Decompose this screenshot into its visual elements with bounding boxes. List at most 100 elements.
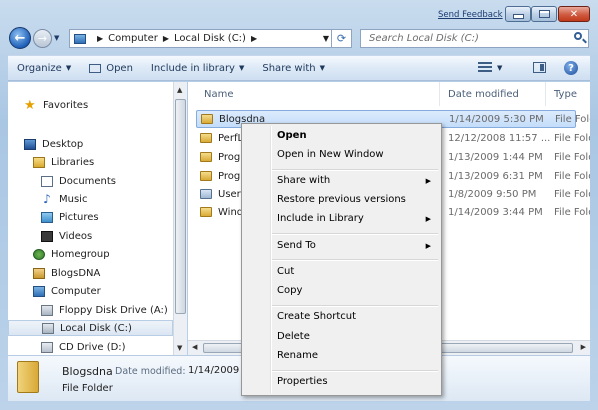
local-disk-icon <box>42 322 54 334</box>
menu-item-include-library[interactable]: Include in Library <box>277 213 364 224</box>
floppy-drive-icon <box>41 304 53 316</box>
help-icon[interactable]: ? <box>564 61 578 75</box>
explorer-window: Send Feedback ✕ ← → ▼ ▶ Computer ▶ Local… <box>0 0 598 410</box>
menu-item-open-new-window[interactable]: Open in New Window <box>277 149 384 160</box>
change-view-icon[interactable] <box>478 62 492 72</box>
details-type: File Folder <box>62 383 113 394</box>
submenu-arrow-icon: ▶ <box>425 177 431 185</box>
folder-icon <box>201 114 213 124</box>
nav-desktop[interactable]: Desktop <box>24 136 83 152</box>
nav-label: BlogsDNA <box>51 267 101 279</box>
nav-user[interactable]: BlogsDNA <box>33 265 100 281</box>
nav-documents[interactable]: Documents <box>41 173 116 189</box>
column-header-type[interactable]: Type <box>546 82 590 106</box>
menu-item-open[interactable]: Open <box>277 130 307 141</box>
menu-item-restore-versions[interactable]: Restore previous versions <box>277 194 406 205</box>
search-input[interactable]: Search Local Disk (C:) <box>360 29 589 48</box>
homegroup-icon <box>33 248 45 260</box>
folder-icon <box>17 361 39 393</box>
scrollbar-thumb[interactable] <box>175 99 186 314</box>
scroll-left-icon[interactable]: ◀ <box>192 343 197 351</box>
organize-button[interactable]: Organize ▼ <box>8 63 80 74</box>
file-date: 1/14/2009 5:30 PM <box>449 113 544 125</box>
nav-pictures[interactable]: Pictures <box>41 209 99 225</box>
column-header-date[interactable]: Date modified <box>440 82 546 106</box>
refresh-button[interactable]: ⟳ <box>331 30 351 47</box>
nav-libraries[interactable]: Libraries <box>33 154 94 170</box>
file-date: 1/8/2009 9:50 PM <box>448 188 537 200</box>
forward-button[interactable]: → <box>33 29 52 48</box>
column-header-name[interactable]: Name <box>196 82 440 106</box>
address-bar[interactable]: ▶ Computer ▶ Local Disk (C:) ▶ ▼ ⟳ <box>69 29 352 48</box>
menu-item-copy[interactable]: Copy <box>277 285 302 296</box>
users-folder-icon <box>200 189 212 199</box>
nav-label: Favorites <box>43 99 89 111</box>
computer-icon <box>33 285 45 297</box>
menu-item-properties[interactable]: Properties <box>277 376 328 387</box>
chevron-down-icon: ▼ <box>238 64 245 72</box>
nav-favorites[interactable]: ★ Favorites <box>24 97 88 113</box>
recent-pages-dropdown[interactable]: ▼ <box>54 34 63 42</box>
nav-label: Desktop <box>42 138 84 150</box>
submenu-arrow-icon: ▶ <box>425 242 431 250</box>
back-button[interactable]: ← <box>9 27 31 49</box>
file-type: File Fold <box>554 188 590 200</box>
preview-pane-icon[interactable] <box>533 62 546 73</box>
maximize-button[interactable] <box>531 6 557 22</box>
back-arrow-icon: ← <box>14 30 26 46</box>
menu-item-rename[interactable]: Rename <box>277 350 318 361</box>
view-options-dropdown[interactable]: ▼ <box>497 64 502 72</box>
nav-label: Libraries <box>51 156 95 168</box>
details-name: Blogsdna <box>62 365 113 378</box>
nav-local-disk[interactable]: Local Disk (C:) <box>8 320 173 336</box>
scroll-down-icon[interactable]: ▼ <box>177 344 182 352</box>
minimize-button[interactable] <box>505 6 531 22</box>
nav-label: Music <box>59 193 88 205</box>
command-bar: Organize ▼ Open Include in library ▼ Share… <box>8 55 590 81</box>
menu-item-create-shortcut[interactable]: Create Shortcut <box>277 311 356 322</box>
menu-separator <box>272 305 438 307</box>
send-feedback-link[interactable]: Send Feedback <box>438 10 503 20</box>
menu-item-delete[interactable]: Delete <box>277 331 310 342</box>
scroll-right-icon[interactable]: ▶ <box>581 343 586 351</box>
file-date: 1/14/2009 3:44 PM <box>448 206 543 218</box>
menu-separator <box>272 259 438 261</box>
open-button[interactable]: Open <box>80 63 142 74</box>
refresh-icon: ⟳ <box>336 32 347 45</box>
nav-homegroup[interactable]: Homegroup <box>33 246 110 262</box>
nav-pane-scrollbar[interactable]: ▲ ▼ <box>173 82 187 355</box>
breadcrumb-computer[interactable]: Computer <box>108 33 158 44</box>
nav-cd-drive[interactable]: CD Drive (D:) <box>41 339 126 355</box>
share-with-button[interactable]: Share with ▼ <box>253 63 334 74</box>
scroll-up-icon[interactable]: ▲ <box>177 86 182 94</box>
pictures-icon <box>41 211 53 223</box>
user-folder-icon <box>33 267 45 279</box>
breadcrumb-separator[interactable]: ▶ <box>97 34 103 43</box>
folder-icon <box>200 152 212 162</box>
close-icon: ✕ <box>569 8 579 20</box>
nav-floppy[interactable]: Floppy Disk Drive (A:) <box>41 302 168 318</box>
file-date: 1/13/2009 1:44 PM <box>448 151 543 163</box>
chevron-down-icon: ▼ <box>319 64 326 72</box>
organize-label: Organize <box>17 62 62 74</box>
search-icon[interactable] <box>574 32 582 40</box>
nav-videos[interactable]: Videos <box>41 228 92 244</box>
breadcrumb-separator[interactable]: ▶ <box>163 34 169 43</box>
menu-separator <box>272 233 438 235</box>
close-button[interactable]: ✕ <box>558 6 590 22</box>
include-in-library-button[interactable]: Include in library ▼ <box>142 63 253 74</box>
file-type: File Fold <box>555 113 590 125</box>
menu-item-send-to[interactable]: Send To <box>277 240 316 251</box>
nav-music[interactable]: ♪ Music <box>41 191 87 207</box>
breadcrumb-local-disk[interactable]: Local Disk (C:) <box>174 33 246 44</box>
file-type: File Fold <box>554 170 590 182</box>
search-placeholder: Search Local Disk (C:) <box>369 33 479 44</box>
minimize-icon <box>512 13 524 19</box>
nav-computer[interactable]: Computer <box>33 283 101 299</box>
cd-drive-icon <box>41 341 53 353</box>
menu-item-share-with[interactable]: Share with <box>277 175 330 186</box>
address-dropdown-icon[interactable]: ▼ <box>323 34 329 43</box>
nav-label: Local Disk (C:) <box>60 322 132 334</box>
breadcrumb-separator[interactable]: ▶ <box>251 34 257 43</box>
menu-item-cut[interactable]: Cut <box>277 266 294 277</box>
